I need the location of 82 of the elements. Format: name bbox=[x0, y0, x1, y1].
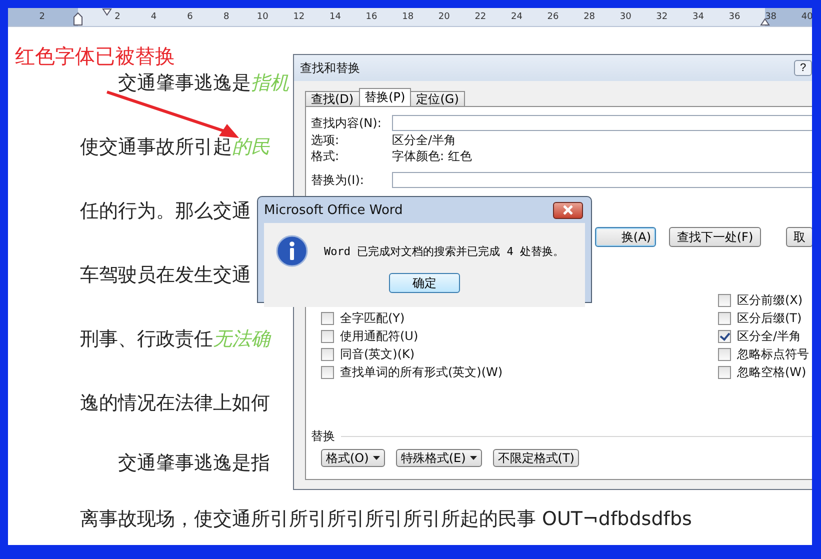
find-label: 查找内容(N): bbox=[311, 114, 382, 132]
format-label: 格式: bbox=[311, 148, 340, 164]
format-button[interactable]: 特殊格式(E) bbox=[396, 449, 482, 467]
checkbox[interactable] bbox=[321, 348, 334, 360]
checkbox-label: 区分后缀(T) bbox=[737, 310, 802, 326]
annotation-text: 红色字体已被替换 bbox=[15, 45, 176, 67]
message-box-title: Microsoft Office Word bbox=[264, 202, 403, 218]
find-input-field[interactable] bbox=[392, 115, 812, 131]
message-text: Word 已完成对文档的搜索并已完成 4 处替换。 bbox=[324, 244, 564, 258]
ruler-number: 10 bbox=[256, 12, 270, 22]
format-button[interactable]: 不限定格式(T) bbox=[492, 449, 580, 467]
close-button[interactable] bbox=[553, 202, 583, 218]
info-icon bbox=[276, 235, 308, 267]
dialog-button[interactable]: 取 bbox=[786, 227, 812, 247]
ruler-number: 8 bbox=[222, 12, 230, 22]
ruler-number: 32 bbox=[655, 12, 669, 22]
dialog-title: 查找和替换 bbox=[300, 60, 360, 76]
checkbox[interactable] bbox=[718, 312, 731, 324]
checkbox[interactable] bbox=[321, 366, 334, 378]
checkbox[interactable] bbox=[718, 366, 731, 378]
document-text: 使交通事故所引起 bbox=[80, 136, 232, 158]
document-text: 任的行为。那么交通 bbox=[80, 200, 251, 222]
checkbox-label: 忽略标点符号 bbox=[737, 346, 809, 362]
replace-input-field[interactable] bbox=[392, 172, 812, 188]
ruler-number: 26 bbox=[546, 12, 560, 22]
ruler-number: 12 bbox=[292, 12, 306, 22]
format-value: 字体颜色: 红色 bbox=[392, 148, 472, 164]
section-title: 替换 bbox=[311, 428, 335, 444]
ruler-number: 2 bbox=[114, 12, 122, 22]
indent-marker-icon[interactable] bbox=[73, 12, 83, 26]
tab[interactable]: 查找(D) bbox=[305, 91, 360, 106]
ruler-number: 24 bbox=[510, 12, 524, 22]
caret-icon bbox=[372, 456, 380, 460]
ruler-number: 38 bbox=[764, 12, 778, 22]
document-text: 的民 bbox=[232, 136, 270, 158]
ruler-number: 40 bbox=[800, 12, 812, 22]
options-value: 区分全/半角 bbox=[392, 132, 456, 148]
checkbox-label: 区分前缀(X) bbox=[737, 292, 803, 308]
document-text: 刑事、行政责任 bbox=[80, 328, 213, 350]
checkbox[interactable] bbox=[718, 330, 731, 342]
indent-marker-icon[interactable] bbox=[760, 18, 770, 26]
ruler-number: 16 bbox=[364, 12, 378, 22]
document-text: 离事故现场，使交通所引所引所引所引所引所起的民事 OUT¬dfbdsdfbs bbox=[80, 508, 692, 530]
checkbox[interactable] bbox=[718, 294, 731, 306]
ruler-number: 18 bbox=[401, 12, 415, 22]
checkbox-label: 同音(英文)(K) bbox=[340, 346, 415, 362]
checkbox[interactable] bbox=[321, 312, 334, 324]
options-label: 选项: bbox=[311, 132, 340, 148]
checkbox-label: 忽略空格(W) bbox=[737, 364, 806, 380]
ruler-number: 28 bbox=[582, 12, 596, 22]
checkbox-label: 区分全/半角 bbox=[737, 328, 802, 344]
checkbox-label: 全字匹配(Y) bbox=[340, 310, 405, 326]
checkbox-label: 使用通配符(U) bbox=[340, 328, 418, 344]
format-button[interactable]: 格式(O) bbox=[321, 449, 385, 467]
help-button[interactable]: ? bbox=[794, 60, 812, 76]
ruler-number: 14 bbox=[328, 12, 342, 22]
ruler-number: 2 bbox=[38, 12, 46, 22]
close-icon bbox=[562, 205, 574, 215]
tab[interactable]: 替换(P) bbox=[358, 88, 412, 106]
dialog-button[interactable]: 换(A) bbox=[595, 227, 656, 247]
ruler-number: 4 bbox=[150, 12, 158, 22]
replace-label: 替换为(I): bbox=[311, 172, 365, 188]
checkbox[interactable] bbox=[321, 330, 334, 342]
document-text: 逸的情况在法律上如何 bbox=[80, 392, 270, 414]
ok-button[interactable]: 确定 bbox=[389, 273, 460, 293]
document-text: 无法确 bbox=[213, 328, 270, 350]
indent-marker-icon[interactable] bbox=[102, 8, 112, 16]
caret-icon bbox=[470, 456, 477, 460]
ruler-number: 34 bbox=[691, 12, 705, 22]
ruler-number: 6 bbox=[186, 12, 194, 22]
dialog-button[interactable]: 查找下一处(F) bbox=[669, 227, 761, 247]
ruler-number: 36 bbox=[728, 12, 742, 22]
ruler-number: 30 bbox=[618, 12, 632, 22]
ruler-number: 20 bbox=[437, 12, 451, 22]
document-text: 指机 bbox=[251, 72, 289, 94]
checkbox-label: 查找单词的所有形式(英文)(W) bbox=[340, 364, 503, 380]
checkbox[interactable] bbox=[718, 348, 731, 360]
ruler-number: 22 bbox=[474, 12, 488, 22]
tab[interactable]: 定位(G) bbox=[410, 91, 465, 106]
document-text: 交通肇事逃逸是指 bbox=[117, 452, 270, 474]
document-text: 车驾驶员在发生交通 bbox=[80, 264, 251, 286]
document-text: 交通肇事逃逸是 bbox=[117, 72, 251, 94]
